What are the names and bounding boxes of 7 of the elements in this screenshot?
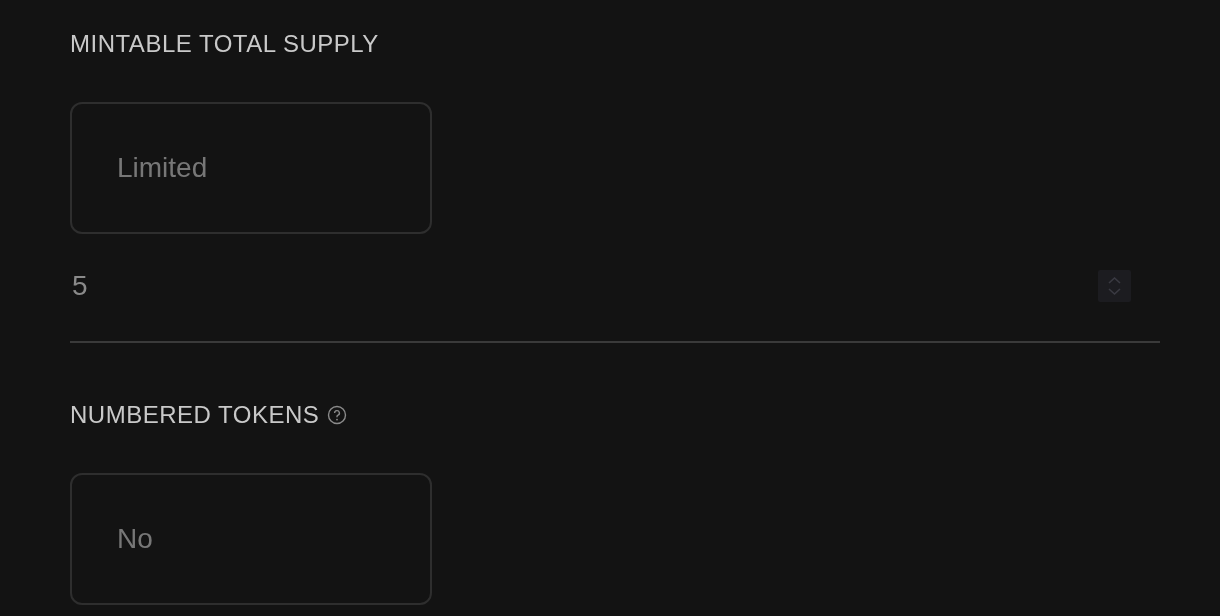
- help-icon[interactable]: [327, 405, 348, 425]
- number-input[interactable]: 5: [70, 253, 1160, 343]
- select-field[interactable]: No: [70, 473, 432, 605]
- select-field[interactable]: Limited: [70, 102, 432, 234]
- field-label: MINTABLE TOTAL SUPPLY: [70, 32, 379, 56]
- number-value: 5: [71, 269, 89, 303]
- field-label: NUMBERED TOKENS: [70, 403, 320, 427]
